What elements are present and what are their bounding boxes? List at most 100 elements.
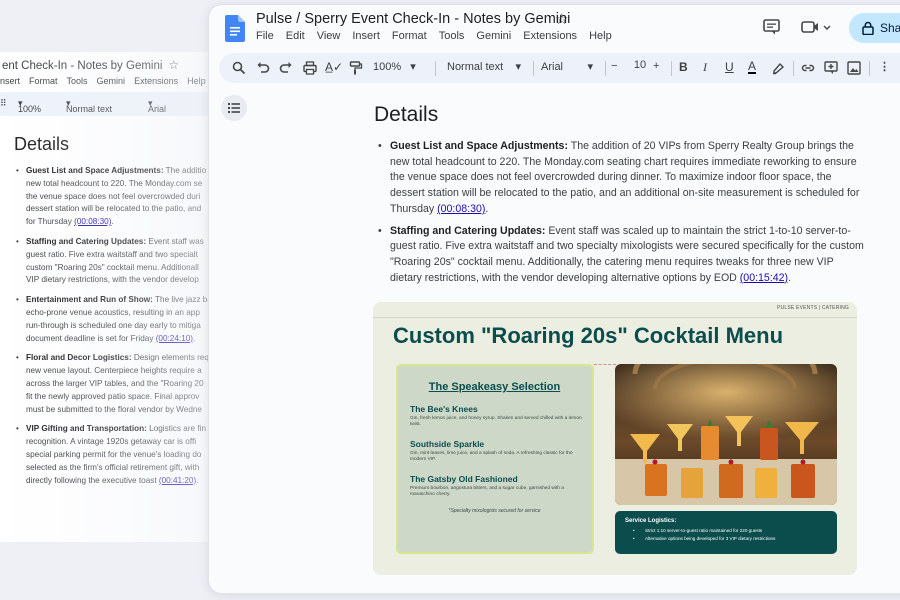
decrease-font-size-button[interactable]: − (611, 60, 617, 72)
insert-image-icon[interactable] (847, 61, 861, 75)
item-text: fit the newly approved patio space. Fina… (26, 391, 200, 401)
menu-tools[interactable]: Tools (439, 30, 465, 42)
bg-style-select[interactable]: Normal text ▾ (66, 98, 112, 114)
background-doc-title[interactable]: ent Check-In - Notes by Gemini ☆ (2, 58, 179, 72)
redo-icon[interactable] (279, 61, 293, 75)
item-text: guest ratio. Five extra waitstaff and tw… (26, 249, 198, 259)
list-item: VIP Gifting and Transportation: Logistic… (14, 423, 224, 487)
item-text: for Thursday (26, 217, 75, 227)
bg-zoom-value: 100% (18, 104, 42, 114)
search-icon[interactable] (232, 61, 246, 75)
spellcheck-icon[interactable]: A̲✓ (325, 60, 343, 74)
list-item: Entertainment and Run of Show: The live … (14, 294, 224, 345)
menu-extensions[interactable]: Extensions (523, 30, 577, 42)
menu-edit[interactable]: Edit (286, 30, 305, 42)
docs-logo-icon[interactable] (225, 15, 245, 42)
timestamp-link[interactable]: (00:08:30) (437, 203, 485, 215)
item-title: Guest List and Space Adjustments: (390, 140, 568, 152)
menu-help[interactable]: Help (589, 30, 612, 42)
paint-format-icon[interactable] (349, 61, 363, 75)
bg-menu-help[interactable]: Help (187, 76, 206, 86)
text-color-button[interactable]: A (748, 60, 757, 74)
bg-menu-gemini[interactable]: Gemini (97, 76, 126, 86)
timestamp-link[interactable]: (00:08:30) (74, 217, 111, 226)
drink-item: Southside Sparkle Gin, mint leaves, lime… (410, 439, 585, 463)
bg-font-select[interactable]: Arial ▾ (148, 98, 166, 114)
bg-zoom-select[interactable]: 100% ▾ (18, 98, 41, 114)
drink-name: Southside Sparkle (410, 439, 485, 449)
item-text: directly following the executive toast (26, 475, 159, 485)
paragraph-style-select[interactable]: Normal text ▾ (447, 60, 521, 73)
timestamp-link[interactable]: (00:15:42) (740, 272, 788, 284)
item-text: Event staff was (146, 236, 204, 246)
menu-insert[interactable]: Insert (352, 30, 380, 42)
menu-view[interactable]: View (317, 30, 341, 42)
toolbar-divider (533, 61, 534, 76)
font-select[interactable]: Arial ▾ (541, 60, 593, 73)
add-comment-icon[interactable] (824, 61, 838, 75)
drink-name: The Bee's Knees (410, 404, 478, 414)
item-text: across the larger VIP tables, and the "R… (26, 378, 204, 388)
bold-button[interactable]: B (679, 60, 688, 74)
drink-description: Gin, mint leaves, lime juice, and a spla… (410, 451, 573, 463)
item-text: . (485, 202, 489, 215)
list-item: Floral and Decor Logistics: Design eleme… (14, 352, 224, 416)
cocktail-menu-card: The Speakeasy Selection The Bee's Knees … (396, 364, 594, 554)
share-button[interactable]: Shar (849, 13, 900, 43)
menu-gemini[interactable]: Gemini (476, 30, 511, 42)
embedded-slide-image[interactable]: PULSE EVENTS | CATERING Custom "Roaring … (373, 302, 857, 575)
list-item: Staffing and Catering Updates: Event sta… (14, 236, 224, 287)
zoom-select[interactable]: 100% ▾ (373, 60, 416, 73)
italic-button[interactable]: I (703, 60, 707, 75)
font-value: Arial (541, 61, 564, 73)
logistics-title: Service Logistics: (625, 518, 677, 524)
toolbar-divider (869, 61, 870, 76)
toolbar-divider (605, 61, 606, 76)
item-text: . (111, 217, 114, 227)
bg-style-value: Normal text (66, 104, 113, 114)
menu-heading: The Speakeasy Selection (428, 381, 561, 393)
section-heading: Details (374, 103, 439, 126)
menu-format[interactable]: Format (392, 30, 427, 42)
increase-font-size-button[interactable]: + (653, 60, 659, 72)
item-text: must be submitted to the floral vendor b… (26, 404, 202, 414)
timestamp-link[interactable]: (00:24:10) (156, 334, 193, 343)
toolbar-divider (671, 61, 672, 76)
paint-format-icon[interactable]: ⠿ (0, 98, 7, 109)
drink-item: The Gatsby Old Fashioned Premium bourbon… (410, 474, 585, 498)
item-title: Staffing and Catering Updates: (390, 224, 546, 237)
bg-menu-format[interactable]: Format (29, 76, 58, 86)
service-logistics-box: Service Logistics: Strict 1:10 server-to… (615, 511, 837, 554)
list-item: Staffing and Catering Updates: Event sta… (374, 224, 864, 287)
item-text: . (788, 271, 792, 284)
highlight-icon[interactable] (771, 61, 785, 75)
document-body[interactable]: Details Guest List and Space Adjustments… (374, 103, 864, 292)
zoom-value: 100% (373, 61, 402, 73)
item-text: . (193, 333, 196, 343)
bg-font-value: Arial (148, 104, 167, 114)
bg-menu-tools[interactable]: Tools (67, 76, 88, 86)
bg-menu-insert[interactable]: nsert (0, 76, 20, 86)
video-call-icon[interactable] (801, 19, 831, 35)
bg-menu-extensions[interactable]: Extensions (134, 76, 178, 86)
item-title: VIP Gifting and Transportation: (26, 424, 147, 434)
document-outline-button[interactable] (221, 95, 247, 121)
timestamp-link[interactable]: (00:41:20) (159, 476, 196, 485)
link-icon[interactable] (801, 61, 815, 75)
background-menubar: nsert Format Tools Gemini Extensions Help (0, 76, 215, 86)
menu-file[interactable]: File (256, 30, 274, 42)
document-title[interactable]: Pulse / Sperry Event Check-In - Notes by… (256, 11, 570, 27)
undo-icon[interactable] (256, 61, 270, 75)
star-icon[interactable]: ☆ (555, 10, 568, 28)
more-options-icon[interactable]: ⋮ (879, 60, 890, 73)
item-text: VIP dietary restrictions, with the vendo… (26, 275, 199, 285)
logistics-list: Strict 1:10 server-to-guest ratio mainta… (629, 527, 775, 543)
list-item: Guest List and Space Adjustments: The ad… (14, 165, 224, 229)
star-icon[interactable]: ☆ (168, 58, 179, 72)
comment-icon[interactable] (763, 19, 781, 35)
underline-button[interactable]: U (725, 60, 734, 74)
font-size-input[interactable]: 10 (629, 59, 651, 71)
item-title: Staffing and Catering Updates: (26, 236, 147, 246)
print-icon[interactable] (303, 61, 317, 75)
item-text: new total headcount to 220. The Monday.c… (26, 178, 203, 188)
